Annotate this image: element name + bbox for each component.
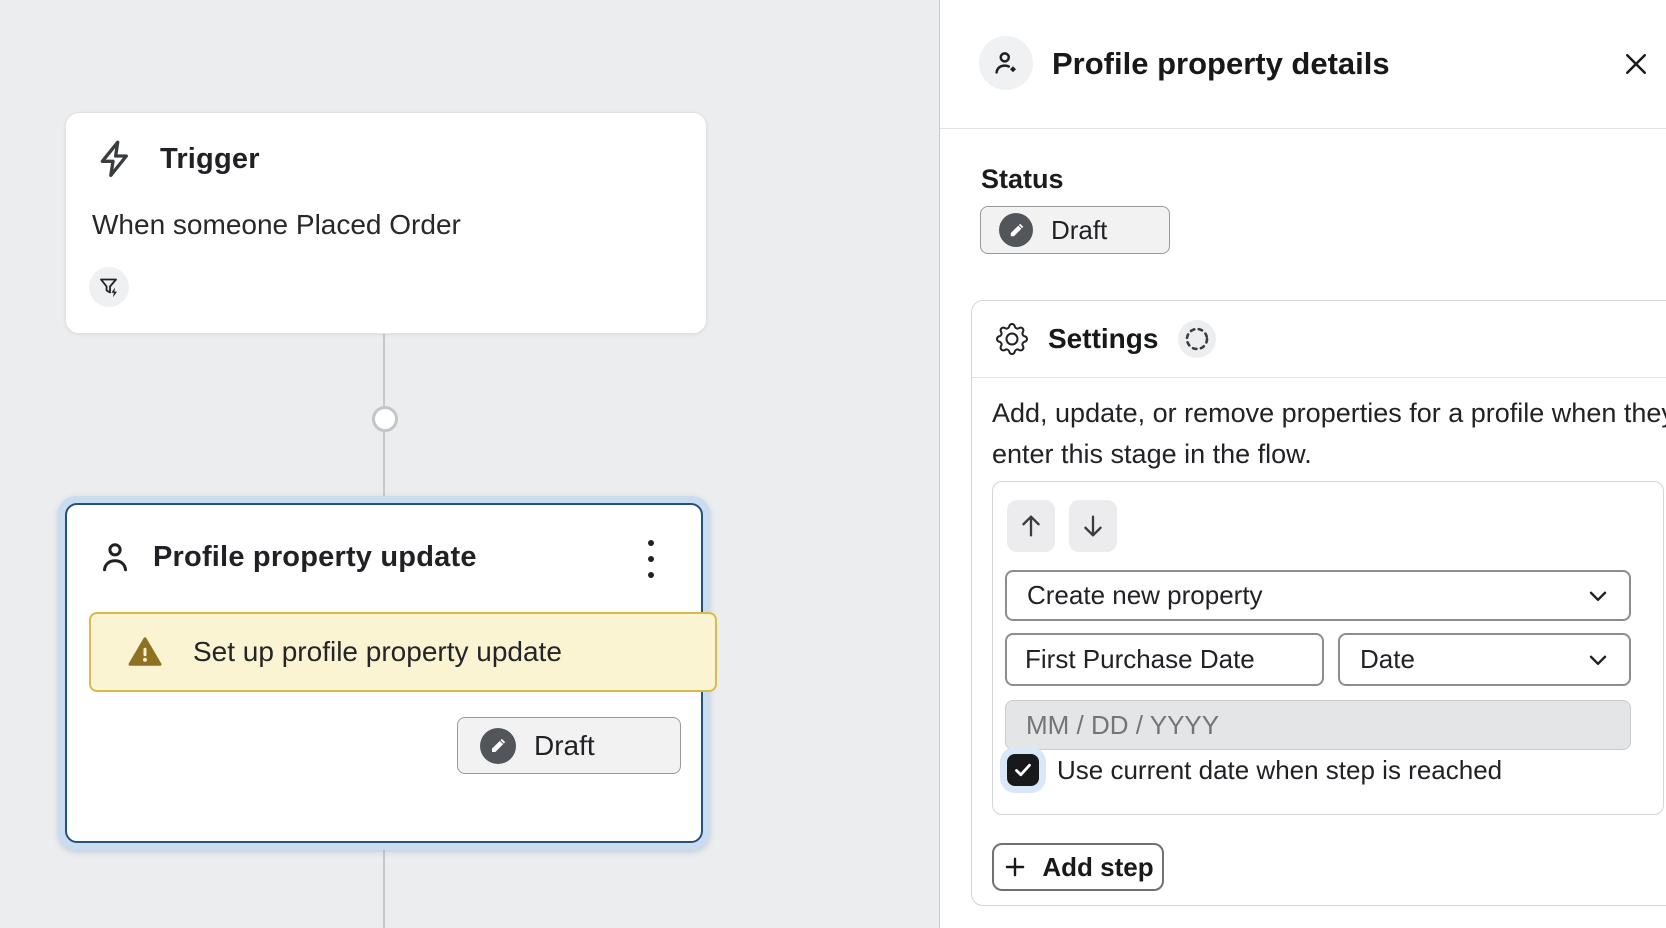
gear-icon xyxy=(996,323,1028,355)
panel-avatar xyxy=(979,36,1033,90)
add-step-label: Add step xyxy=(1042,852,1153,883)
panel-status-text: Draft xyxy=(1051,215,1107,246)
chevron-down-icon xyxy=(1585,647,1611,673)
settings-description-line2: enter this stage in the flow. xyxy=(992,434,1666,475)
settings-card: Settings Add, update, or remove properti… xyxy=(971,300,1666,906)
panel-status-badge[interactable]: Draft xyxy=(980,206,1170,254)
property-type-select[interactable]: Date xyxy=(1338,633,1631,686)
add-step-button[interactable]: Add step xyxy=(992,843,1164,891)
flow-builder-screen: Trigger When someone Placed Order Profil… xyxy=(0,0,1666,928)
trigger-filter-badge[interactable] xyxy=(89,267,129,307)
trigger-card-header: Trigger xyxy=(96,139,260,179)
details-panel: Profile property details Status Draft Se… xyxy=(939,0,1666,928)
warning-icon xyxy=(127,634,163,670)
move-step-down-button[interactable] xyxy=(1069,500,1117,552)
action-card-selection: Profile property update Set up profile p… xyxy=(58,496,710,850)
kebab-menu-icon xyxy=(646,537,656,581)
card-status-text: Draft xyxy=(534,730,595,762)
use-current-date-label: Use current date when step is reached xyxy=(1057,755,1502,786)
settings-title: Settings xyxy=(1048,323,1158,355)
panel-title: Profile property details xyxy=(1052,46,1390,82)
draft-pencil-icon xyxy=(480,728,516,764)
kebab-menu-button[interactable] xyxy=(633,537,669,581)
settings-description: Add, update, or remove properties for a … xyxy=(992,393,1666,475)
warning-text: Set up profile property update xyxy=(193,636,562,668)
property-step-box: Create new property Date xyxy=(992,481,1664,815)
trigger-card[interactable]: Trigger When someone Placed Order xyxy=(65,112,707,334)
draft-pencil-icon xyxy=(999,213,1033,247)
property-select[interactable]: Create new property xyxy=(1005,570,1631,621)
close-icon xyxy=(1621,49,1651,79)
chevron-down-icon xyxy=(1585,583,1611,609)
close-panel-button[interactable] xyxy=(1618,46,1654,82)
plus-icon xyxy=(1002,854,1028,880)
settings-description-line1: Add, update, or remove properties for a … xyxy=(992,393,1666,434)
lightning-icon xyxy=(96,139,136,179)
property-name-input[interactable] xyxy=(1005,633,1324,686)
flow-canvas[interactable]: Trigger When someone Placed Order Profil… xyxy=(0,0,939,928)
setup-warning-banner[interactable]: Set up profile property update xyxy=(89,612,717,692)
card-status-badge: Draft xyxy=(457,717,681,774)
connector-line xyxy=(383,847,385,928)
property-type-value: Date xyxy=(1340,644,1585,675)
checkmark-icon xyxy=(1011,758,1035,782)
move-step-up-button[interactable] xyxy=(1007,500,1055,552)
arrow-up-icon xyxy=(1017,512,1045,540)
profile-property-icon xyxy=(991,48,1021,78)
status-label: Status xyxy=(981,164,1064,195)
loading-spinner-icon xyxy=(1178,320,1216,358)
property-select-value: Create new property xyxy=(1007,580,1585,611)
action-card-header: Profile property update xyxy=(97,539,477,575)
trigger-description: When someone Placed Order xyxy=(92,209,461,241)
connector-add-node[interactable] xyxy=(372,406,398,432)
use-current-date-row: Use current date when step is reached xyxy=(1007,754,1502,786)
filter-bolt-icon xyxy=(97,275,121,299)
settings-header: Settings xyxy=(972,301,1666,378)
person-icon xyxy=(97,539,133,575)
use-current-date-checkbox[interactable] xyxy=(1007,754,1039,786)
trigger-card-title: Trigger xyxy=(160,143,260,176)
date-value-input[interactable] xyxy=(1005,700,1631,750)
profile-property-update-card[interactable]: Profile property update Set up profile p… xyxy=(65,503,703,843)
arrow-down-icon xyxy=(1079,512,1107,540)
panel-header: Profile property details xyxy=(940,0,1666,129)
action-card-title: Profile property update xyxy=(153,541,477,574)
